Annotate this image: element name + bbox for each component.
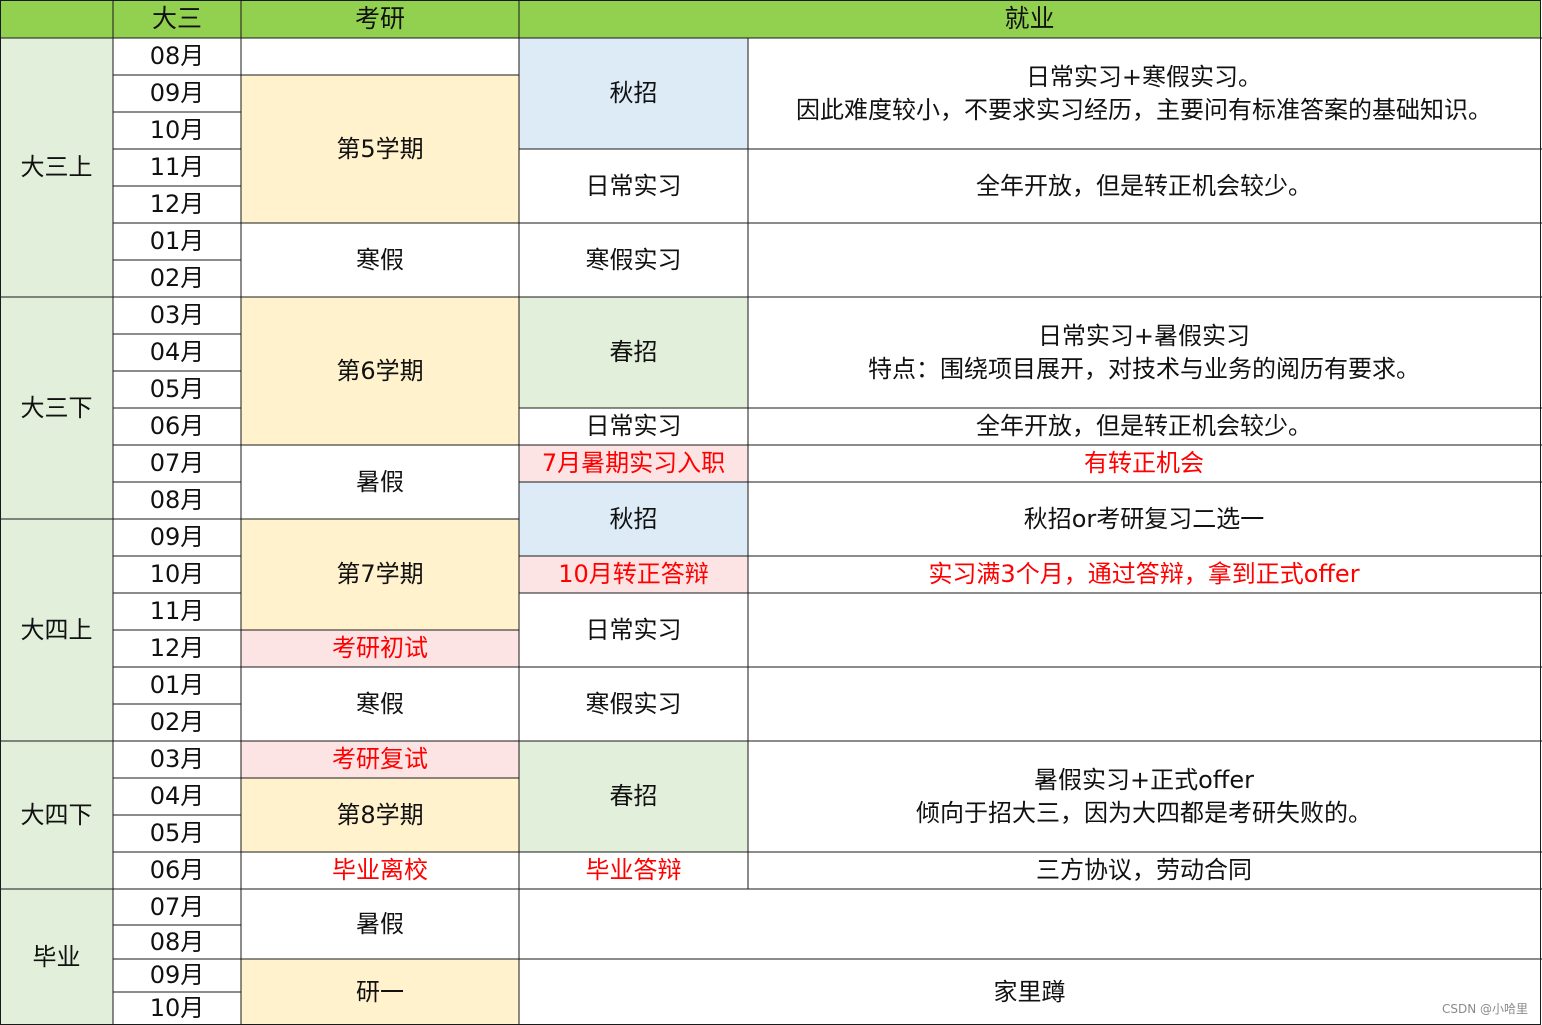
job-desc-graduation: 三方协议，劳动合同 [1036,856,1252,885]
job-graduation-defense: 毕业答辩 [585,856,682,885]
month-cell: 10月 [149,116,205,145]
job-daily-intern-3: 日常实习 [585,615,682,644]
job-daily-intern: 日常实习 [585,171,682,200]
exam-graduate-leave: 毕业离校 [332,856,428,885]
month-cell: 01月 [149,227,205,256]
job-desc-empty [748,593,1540,667]
month-cell: 12月 [149,190,205,219]
month-cell: 02月 [149,708,205,737]
job-desc-daily: 全年开放，但是转正机会较少。 [976,171,1312,200]
job-desc-spring: 日常实习+暑假实习 特点：围绕项目展开，对技术与业务的阅历有要求。 [868,322,1420,383]
month-cell: 10月 [149,994,205,1023]
month-cell: 12月 [149,634,205,663]
month-cell: 05月 [149,375,205,404]
month-cell: 06月 [149,412,205,441]
month-cell: 07月 [149,449,205,478]
job-desc-autumn-2: 秋招or考研复习二选一 [1023,504,1265,533]
job-desc-empty [519,889,1540,959]
exam-summer-break-2: 暑假 [356,909,404,938]
month-cell: 10月 [149,560,205,589]
job-july-intern-onboard: 7月暑期实习入职 [519,445,748,482]
month-cell: 08月 [149,486,205,515]
header-blank [0,0,113,38]
period-cell: 大四下 [0,741,113,889]
job-desc-daily-2: 全年开放，但是转正机会较少。 [976,412,1312,441]
job-desc-empty [748,223,1540,297]
month-cell: 08月 [149,42,205,71]
job-autumn-recruit: 秋招 [519,38,748,149]
header-exam: 考研 [241,0,519,38]
exam-semester-7: 第7学期 [241,519,519,630]
exam-semester-6: 第6学期 [241,297,519,445]
month-cell: 09月 [149,79,205,108]
watermark: CSDN @小哈里 [1441,1002,1528,1016]
period-cell: 毕业 [0,889,113,1025]
job-desc-spring-2: 暑假实习+正式offer 倾向于招大三，因为大四都是考研失败的。 [916,766,1372,827]
exam-winter-break: 寒假 [356,245,404,274]
month-cell: 07月 [149,892,205,921]
month-cell: 08月 [149,927,205,956]
job-desc-empty [748,667,1540,741]
month-cell: 09月 [149,961,205,990]
exam-empty-cell [241,38,519,75]
month-cell: 06月 [149,856,205,885]
exam-winter-break-2: 寒假 [356,689,404,718]
job-spring-recruit: 春招 [519,297,748,408]
month-cell: 01月 [149,671,205,700]
period-cell: 大四上 [0,519,113,741]
exam-preliminary-test: 考研初试 [241,630,519,667]
job-desc-autumn: 日常实习+寒假实习。 因此难度较小，不要求实习经历，主要问有标准答案的基础知识。 [796,63,1492,124]
header-job: 就业 [519,0,1540,38]
job-desc-october-defense: 实习满3个月，通过答辩，拿到正式offer [928,560,1360,589]
month-cell: 02月 [149,264,205,293]
job-autumn-recruit-2: 秋招 [519,482,748,556]
header-grade: 大三 [113,0,241,38]
period-cell: 大三上 [0,38,113,297]
month-cell: 09月 [149,523,205,552]
month-cell: 03月 [149,745,205,774]
month-cell: 11月 [149,153,205,182]
job-desc-july-intern: 有转正机会 [1084,449,1204,478]
job-october-defense: 10月转正答辩 [519,556,748,593]
exam-semester-5: 第5学期 [241,75,519,223]
month-cell: 04月 [149,338,205,367]
exam-semester-8: 第8学期 [241,778,519,852]
job-spring-recruit-2: 春招 [519,741,748,852]
month-cell: 05月 [149,819,205,848]
period-cell: 大三下 [0,297,113,519]
month-cell: 04月 [149,782,205,811]
job-winter-intern: 寒假实习 [585,245,682,274]
exam-graduate-year-1: 研一 [241,959,519,1025]
exam-retest: 考研复试 [241,741,519,778]
exam-summer-break: 暑假 [356,467,404,496]
month-cell: 11月 [149,597,205,626]
job-desc-home: 家里蹲 [993,977,1066,1006]
job-daily-intern-2: 日常实习 [585,412,682,441]
job-winter-intern-2: 寒假实习 [585,689,682,718]
month-cell: 03月 [149,301,205,330]
